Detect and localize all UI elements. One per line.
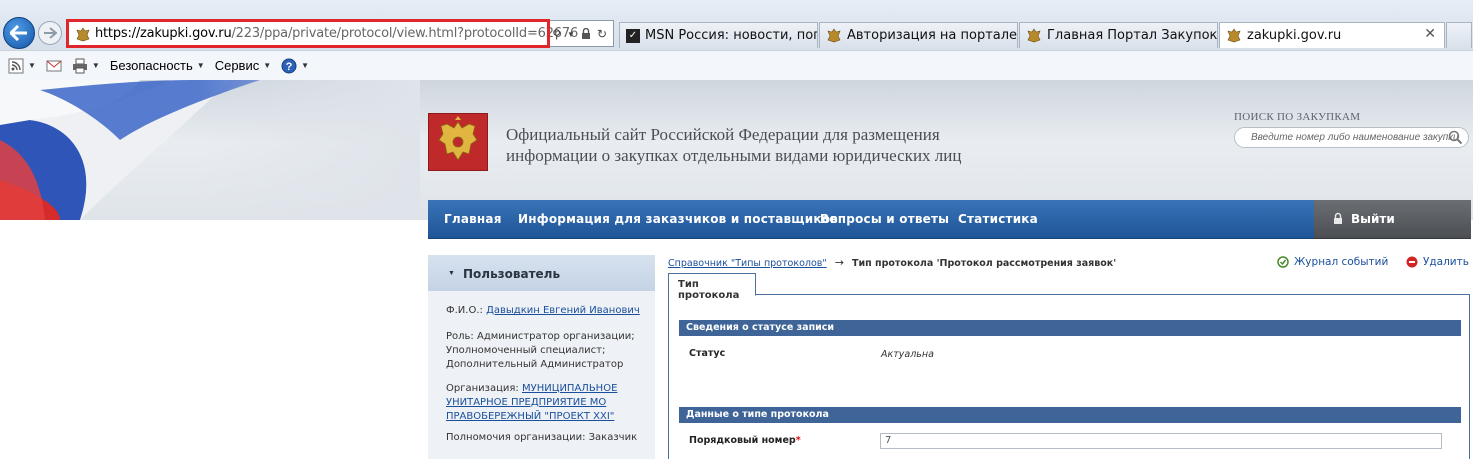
russian-flag-image [0,80,420,220]
menu-item-info[interactable]: Информация для заказчиков и поставщиков [518,212,838,226]
tab-zakupki[interactable]: zakupki.gov.ru ✕ [1219,22,1445,48]
order-number-label: Порядковый номер* [689,435,801,446]
navigation-bar: https://zakupki.gov.ru/223/ppa/private/p… [0,0,1473,50]
chevron-down-icon: ▼ [196,61,205,70]
address-tools: ⚲ ▼ ↻ [552,27,607,41]
arrow-right-icon [44,27,57,39]
mail-button[interactable] [46,58,62,74]
tab-auth[interactable]: Авторизация на портале госз... [819,22,1018,48]
command-bar: ▼ ▼ Безопасность ▼ Сервис ▼ ? ▼ [0,50,1473,80]
browser-chrome: https://zakupki.gov.ru/223/ppa/private/p… [0,0,1473,80]
status-label: Статус [689,348,726,359]
site-title-line: информации о закупках отдельными видами … [506,146,962,165]
delete-label: Удалить [1423,256,1469,268]
order-number-label-text: Порядковый номер [689,435,796,446]
refresh-icon[interactable]: ↻ [597,27,607,41]
feeds-button[interactable]: ▼ [8,58,36,74]
delete-icon [1406,256,1418,268]
search-title: ПОИСК ПО ЗАКУПКАМ [1234,111,1361,123]
journal-check-icon [1277,256,1289,268]
delete-link[interactable]: Удалить [1406,256,1469,268]
logout-label: Выйти [1351,212,1395,226]
section-record-status: Сведения о статусе записи [679,320,1461,336]
user-fio: Ф.И.О.: Давыдкин Евгений Иванович [446,304,646,318]
required-mark: * [795,435,801,446]
fio-label: Ф.И.О.: [446,305,483,316]
chevron-down-icon: ▼ [28,61,36,70]
user-panel: ▼ Пользователь Ф.И.О.: Давыдкин Евгений … [428,255,655,459]
chevron-down-icon: ▼ [301,61,310,70]
search-placeholder: Введите номер либо наименование закупки [1251,132,1459,143]
chevron-down-icon: ▼ [91,61,100,70]
main-menu: Главная Информация для заказчиков и пост… [428,200,1314,239]
tab-main-portal[interactable]: Главная Портал Закупок [1019,22,1218,48]
user-panel-header[interactable]: ▼ Пользователь [428,255,655,291]
chevron-down-icon: ▼ [448,270,455,277]
site-header: Официальный сайт Российской Федерации дл… [0,80,1473,220]
emblem-icon [1227,28,1241,43]
double-headed-eagle-icon [438,116,478,161]
url-highlight-box [66,19,550,48]
web-page: Официальный сайт Российской Федерации дл… [0,80,1473,459]
lock-icon[interactable] [581,28,591,40]
site-title: Официальный сайт Российской Федерации дл… [506,124,961,166]
logout-button[interactable]: Выйти [1314,200,1471,239]
arrow-right-icon: → [834,256,844,269]
service-label: Сервис [214,58,260,73]
tab-msn[interactable]: ✓ MSN Россия: новости, погода... [619,22,818,48]
service-menu[interactable]: Сервис ▼ [215,58,271,73]
close-icon[interactable]: ✕ [1424,26,1436,42]
arrow-left-icon [10,25,27,41]
chevron-down-icon: ▼ [263,61,272,70]
user-authority: Полномочия организации: Заказчик [446,432,638,443]
forward-button[interactable] [38,21,62,45]
status-value: Актуальна [881,349,934,360]
tab-label: MSN Россия: новости, погода... [645,28,817,43]
fio-link[interactable]: Давыдкин Евгений Иванович [486,305,640,316]
coat-of-arms-logo[interactable] [428,113,488,171]
event-journal-link[interactable]: Журнал событий [1277,256,1388,268]
tab-label: zakupki.gov.ru [1247,28,1342,43]
content-tabstrip: Тип протокола [668,273,1470,301]
section-title: Сведения о статусе записи [686,322,835,333]
safety-menu[interactable]: Безопасность ▼ [110,58,205,73]
site-title-line: Официальный сайт Российской Федерации дл… [506,125,940,144]
rss-icon [8,58,24,73]
menu-item-faq[interactable]: Вопросы и ответы [820,212,949,226]
breadcrumb: Справочник "Типы протоколов" → Тип прото… [668,256,1116,269]
svg-text:?: ? [286,61,293,73]
search-icon[interactable]: ⚲ [552,27,561,41]
lock-icon [1334,212,1342,224]
tab-label: Главная Портал Закупок [1047,28,1218,43]
tab-label: Авторизация на портале госз... [847,28,1018,43]
event-journal-label: Журнал событий [1294,256,1389,268]
msn-icon: ✓ [626,28,640,43]
menu-item-stats[interactable]: Статистика [958,212,1038,226]
order-number-field[interactable]: 7 [880,433,1442,449]
user-organization: Организация: МУНИЦИПАЛЬНОЕ УНИТАРНОЕ ПРЕ… [446,382,646,424]
section-title: Данные о типе протокола [686,409,829,420]
section-protocol-data: Данные о типе протокола [679,407,1461,423]
breadcrumb-current: Тип протокола 'Протокол рассмотрения зая… [852,258,1117,269]
org-label: Организация: [446,383,519,394]
user-role: Роль: Администратор организации; Уполном… [446,331,635,370]
procurement-search-input[interactable]: Введите номер либо наименование закупки [1234,127,1469,148]
protocol-form: Сведения о статусе записи Статус Актуаль… [668,295,1470,459]
user-panel-title: Пользователь [463,267,561,281]
mail-icon [46,60,62,71]
menu-item-main[interactable]: Главная [444,212,502,226]
help-button[interactable]: ? ▼ [281,58,309,74]
print-button[interactable]: ▼ [72,58,100,74]
search-icon[interactable] [1448,130,1463,145]
breadcrumb-link[interactable]: Справочник "Типы протоколов" [668,258,827,269]
printer-icon [72,58,87,73]
new-tab-button[interactable] [1446,22,1472,48]
dropdown-caret-icon[interactable]: ▼ [567,30,575,39]
emblem-icon [827,28,841,43]
help-icon: ? [281,58,297,73]
emblem-icon [1027,28,1041,43]
back-button[interactable] [3,17,35,49]
tab-protocol-type[interactable]: Тип протокола [668,273,756,301]
safety-label: Безопасность [109,58,193,73]
